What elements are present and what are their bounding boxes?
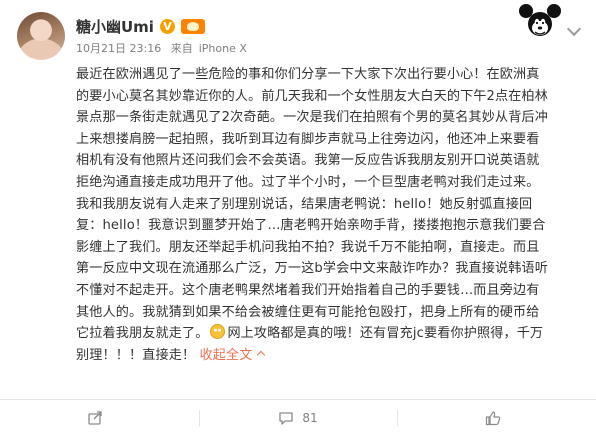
post-line: 影缠上了我们。朋友还举起手机问我拍不拍？我说千万不能拍啊，直接走。而且 bbox=[76, 239, 540, 255]
comment-count: 81 bbox=[302, 410, 318, 425]
source-device: iPhone X bbox=[198, 42, 247, 55]
post-line: 复：hello！我意识到噩梦开始了…唐老鸭开始亲吻手背，搂搂抱抱示意我们要合 bbox=[76, 218, 546, 234]
post-line-tail: 网上攻略都是真的哦！还有冒充jc要看你护照得，千万 bbox=[227, 326, 544, 342]
post-line: 最近在欧洲遇见了一些危险的事和你们分享一下大家下次出行要小心！在欧洲真 bbox=[76, 67, 540, 82]
post-line: 第一反应中文现在流通那么广泛，万一这b学会中文来敲诈咋办？我直接说韩语听 bbox=[76, 261, 548, 277]
post-line: 其他人的。我就猜到如果不给会被缠住更有可能抢包殴打，把身上所有的硬币给 bbox=[76, 304, 540, 320]
post-body: 最近在欧洲遇见了一些危险的事和你们分享一下大家下次出行要小心！在欧洲真 的要小心… bbox=[76, 64, 588, 366]
laughing-emoji-icon bbox=[210, 324, 226, 340]
post-line: 的要小心莫名其妙靠近你的人。前几天我和一个女性朋友大白天的下午2点在柏林 bbox=[76, 88, 549, 104]
chevron-up-icon bbox=[256, 350, 265, 359]
author-row: 糖小幽Umi V bbox=[76, 16, 205, 37]
post-meta: 10月21日 23:16 来自 iPhone X bbox=[76, 40, 253, 56]
action-bar: 81 bbox=[0, 399, 596, 435]
share-icon bbox=[88, 410, 102, 425]
like-icon bbox=[485, 410, 500, 425]
comment-button[interactable]: 81 bbox=[198, 400, 398, 435]
author-name[interactable]: 糖小幽Umi bbox=[76, 16, 154, 37]
collapse-text-link[interactable]: 收起全文 bbox=[200, 348, 265, 363]
v-badge-icon: V bbox=[159, 19, 175, 34]
avatar[interactable] bbox=[17, 12, 65, 60]
weibo-post-card: 糖小幽Umi V 10月21日 23:16 来自 iPhone X 最近在欧洲遇见… bbox=[0, 0, 596, 435]
post-line: 相机有没有他照片还问我们会不会英语。我第一反应告诉我朋友别开口说英语就 bbox=[76, 153, 540, 169]
post-line: 我和我朋友说有人走来了别理别说话，结果唐老鸭说：hello！她反射弧直接回 bbox=[76, 196, 533, 212]
post-line-with-emoji: 它拉着我朋友就走了。 网上攻略都是真的哦！还有冒充jc要看你护照得，千万 bbox=[76, 324, 544, 342]
mickey-sticker-icon bbox=[519, 4, 561, 36]
chevron-down-icon[interactable] bbox=[566, 21, 582, 37]
comment-icon bbox=[279, 411, 294, 425]
share-button[interactable] bbox=[0, 400, 199, 435]
timestamp[interactable]: 10月21日 23:16 bbox=[76, 42, 161, 55]
post-line: 拒绝沟通直接走成功甩开了他。过了半个小时，一个巨型唐老鸭对我们走过来。 bbox=[76, 174, 540, 190]
like-button[interactable] bbox=[397, 400, 596, 435]
source-prefix: 来自 bbox=[170, 42, 193, 55]
member-badge-icon[interactable] bbox=[180, 19, 205, 34]
post-line: 不懂对不起走开。这个唐老鸭果然堵着我们开始指着自己的手要钱…而且旁边有 bbox=[76, 282, 540, 298]
post-line: 上来想搂肩膀一起拍照，我听到耳边有脚步声就马上往旁边闪，他还冲上来要看 bbox=[76, 131, 540, 147]
post-final-line: 别理！！！直接走！ 收起全文 bbox=[76, 345, 588, 367]
post-line: 景点那一条街走就遇见了2次奇葩。一次是我们在拍照有个男的莫名其妙从背后冲 bbox=[76, 110, 549, 126]
